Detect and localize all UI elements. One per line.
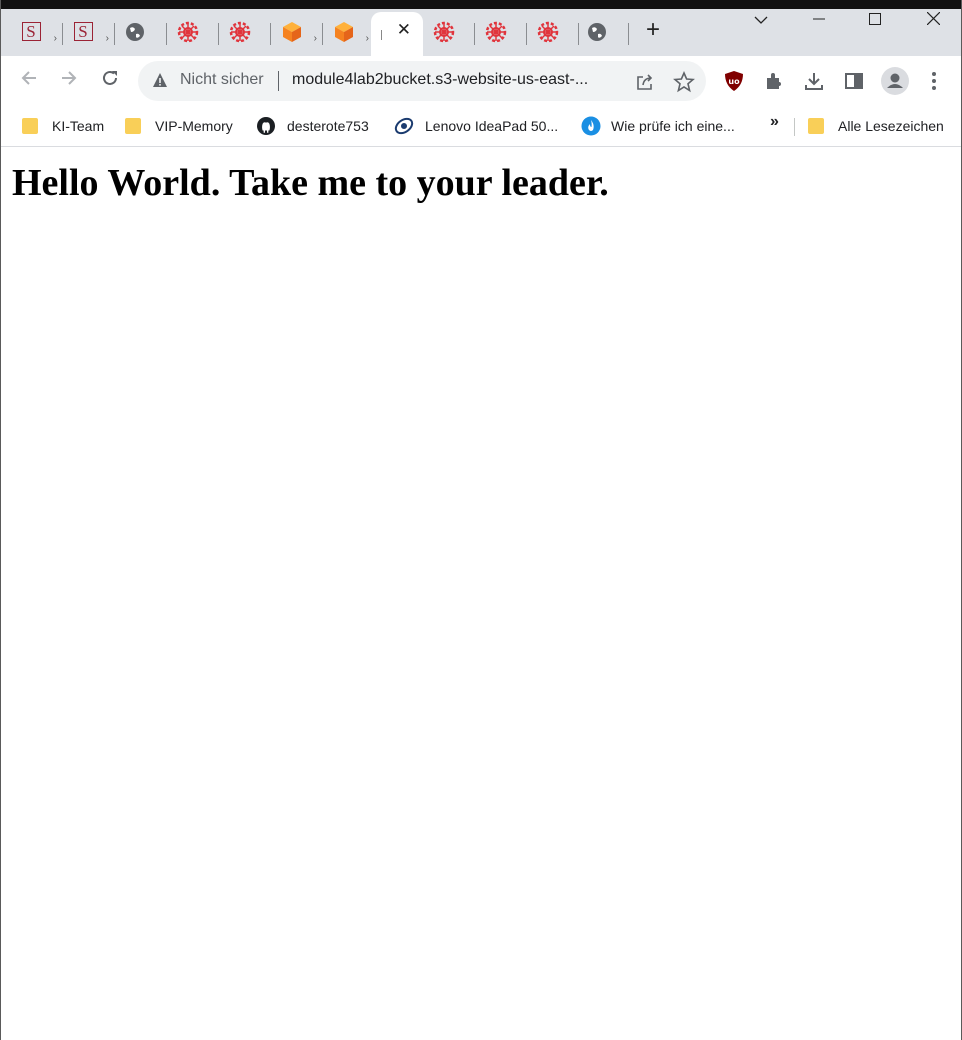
bookmark-label: desterote753 [287, 118, 369, 134]
ublock-icon[interactable]: uo [723, 70, 745, 92]
tab-3[interactable] [115, 12, 167, 51]
all-bookmarks-label: Alle Lesezeichen [838, 118, 944, 134]
bookmarks-bar: KI-Team VIP-Memory desterote753 Lenovo I… [1, 106, 961, 147]
bookmark-label: Lenovo IdeaPad 50... [425, 118, 559, 134]
tab-search-button[interactable] [738, 9, 784, 39]
all-bookmarks[interactable]: Alle Lesezeichen [808, 115, 944, 137]
tab-7[interactable]: › [323, 12, 375, 51]
tab-9[interactable] [423, 12, 475, 51]
tab-1[interactable]: S › [11, 12, 63, 51]
tab-active[interactable]: ✕ [371, 12, 423, 56]
reload-icon [103, 70, 117, 85]
close-icon [926, 11, 940, 26]
aws-wheel-icon [433, 21, 455, 42]
share-icon[interactable] [634, 71, 656, 93]
tab-11[interactable] [527, 12, 579, 51]
aws-wheel-icon [537, 21, 559, 42]
tab-10[interactable] [475, 12, 527, 51]
s-logo-icon: S [21, 22, 41, 41]
reload-button[interactable] [96, 67, 124, 95]
page-heading: Hello World. Take me to your leader. [12, 162, 609, 204]
address-bar[interactable]: Nicht sicher module4lab2bucket.s3-websit… [138, 61, 706, 101]
url-text[interactable]: module4lab2bucket.s3-website-us-east-... [292, 71, 588, 89]
bookmark-label: VIP-Memory [155, 118, 233, 134]
toolbar: Nicht sicher module4lab2bucket.s3-websit… [1, 56, 961, 106]
bookmark-github[interactable]: desterote753 [257, 115, 369, 137]
maximize-icon [869, 13, 881, 25]
github-icon [257, 117, 275, 135]
cube-icon [335, 21, 353, 42]
download-icon[interactable] [803, 70, 825, 92]
globe-icon [126, 22, 144, 41]
star-icon[interactable] [673, 71, 695, 93]
arrow-right-icon [62, 71, 77, 85]
forward-button[interactable] [55, 67, 83, 95]
bookmark-label: Wie prüfe ich eine... [611, 118, 735, 134]
lenovo-icon [394, 117, 414, 135]
browser-window: S › S › › › ✕ + Nicht sicher module4lab2… [0, 0, 962, 1040]
tab-strip: S › S › › › ✕ + [1, 9, 961, 56]
page-content: Hello World. Take me to your leader. [1, 147, 961, 1040]
bookmark-lenovo[interactable]: Lenovo IdeaPad 50... [394, 115, 558, 137]
bookmarks-overflow-button[interactable]: » [770, 113, 779, 131]
tab-12[interactable] [577, 12, 629, 51]
folder-icon [22, 118, 38, 134]
close-tab-icon[interactable]: ✕ [397, 20, 411, 40]
kebab-menu-icon[interactable] [923, 70, 945, 92]
aws-wheel-icon [229, 21, 251, 42]
arrow-left-icon [21, 71, 36, 85]
aws-wheel-icon [177, 21, 199, 42]
bookmark-vip-memory[interactable]: VIP-Memory [125, 115, 233, 137]
title-bar-strip [1, 0, 961, 9]
bookmark-ki-team[interactable]: KI-Team [22, 115, 104, 137]
warning-icon[interactable] [152, 72, 168, 88]
bookmark-label: KI-Team [52, 118, 105, 134]
bookmark-wie-pruefe[interactable]: Wie prüfe ich eine... [581, 115, 735, 137]
maximize-button[interactable] [852, 9, 898, 39]
folder-icon [808, 118, 824, 134]
extensions-icon[interactable] [763, 70, 785, 92]
cube-icon [283, 21, 301, 42]
tab-6[interactable]: › [271, 12, 323, 51]
tab-2[interactable]: S › [63, 12, 115, 51]
aws-wheel-icon [485, 21, 507, 42]
tab-4[interactable] [167, 12, 219, 51]
back-button[interactable] [15, 67, 43, 95]
s-logo-icon: S [73, 22, 93, 41]
flame-icon [581, 116, 601, 136]
svg-text:uo: uo [728, 77, 740, 86]
folder-icon [125, 118, 141, 134]
minimize-icon [813, 18, 825, 20]
close-window-button[interactable] [910, 9, 956, 39]
chevron-down-icon [754, 16, 768, 24]
globe-icon [588, 22, 606, 41]
tab-5[interactable] [219, 12, 271, 51]
new-tab-button[interactable]: + [639, 16, 667, 44]
security-label[interactable]: Nicht sicher [180, 71, 264, 89]
side-panel-icon[interactable] [843, 70, 865, 92]
profile-avatar-icon[interactable] [881, 67, 909, 95]
blank-page-icon [381, 30, 382, 40]
minimize-button[interactable] [796, 9, 842, 39]
